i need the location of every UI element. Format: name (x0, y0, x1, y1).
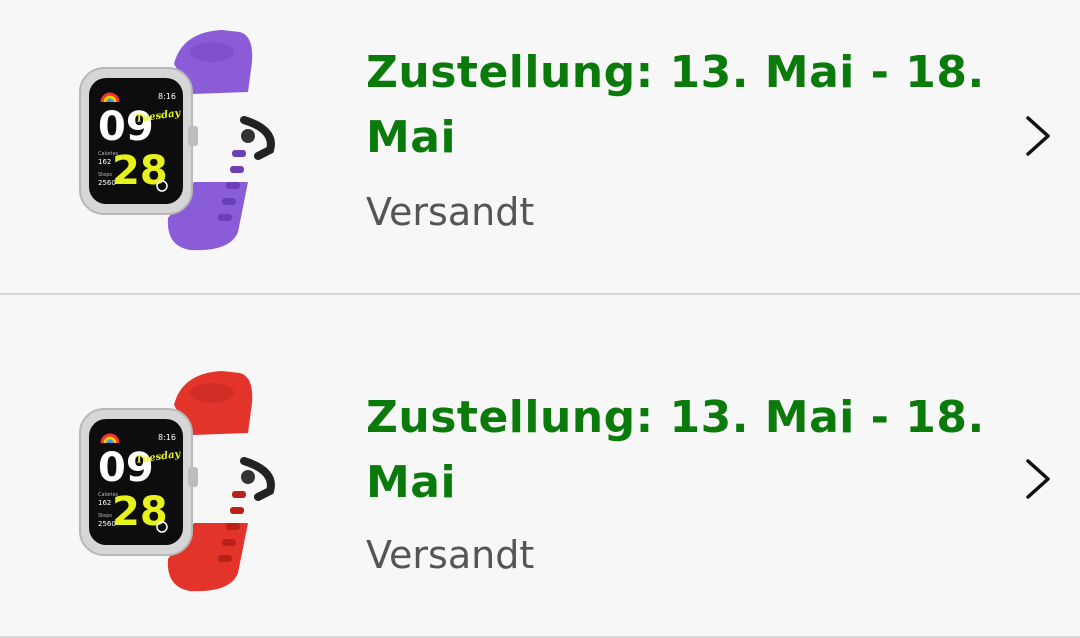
product-image: 8:16 09 28 Tuesday Calories 162 Steps 25… (62, 363, 298, 599)
shipping-status: Versandt (366, 533, 535, 577)
watch-minute: 28 (112, 489, 168, 535)
order-row[interactable]: 8:16 09 28 Tuesday Calories 162 Steps 25… (0, 0, 1080, 293)
smartwatch-image: 8:16 09 28 Tuesday Calories 162 Steps 25… (79, 371, 275, 592)
watch-small-time: 8:16 (158, 92, 176, 101)
watch-minute: 28 (112, 148, 168, 194)
watch-steps-value: 2560 (98, 179, 116, 187)
watch-calories-label: Calories (98, 492, 119, 498)
product-image: 8:16 09 28 Tuesday Calories 162 Steps 25… (62, 22, 298, 258)
watch-steps-label: Steps (98, 513, 112, 519)
order-row[interactable]: 8:16 09 28 Tuesday Calories 162 Steps 25… (0, 295, 1080, 636)
order-list: 8:16 09 28 Tuesday Calories 162 Steps 25… (0, 0, 1080, 638)
shipping-status: Versandt (366, 190, 535, 234)
watch-small-time: 8:16 (158, 433, 176, 442)
watch-hour: 09 (98, 104, 154, 150)
chevron-right-icon[interactable] (1020, 112, 1056, 160)
delivery-date: Zustellung: 13. Mai - 18. Mai (366, 47, 985, 163)
chevron-right-icon[interactable] (1020, 455, 1056, 503)
watch-calories-value: 162 (98, 158, 111, 166)
delivery-date: Zustellung: 13. Mai - 18. Mai (366, 392, 985, 508)
smartwatch-image: 8:16 09 28 Tuesday Calories 162 Steps 25… (79, 30, 275, 251)
watch-calories-value: 162 (98, 499, 111, 507)
watch-steps-label: Steps (98, 172, 112, 178)
watch-calories-label: Calories (98, 151, 119, 157)
watch-hour: 09 (98, 445, 154, 491)
watch-steps-value: 2560 (98, 520, 116, 528)
